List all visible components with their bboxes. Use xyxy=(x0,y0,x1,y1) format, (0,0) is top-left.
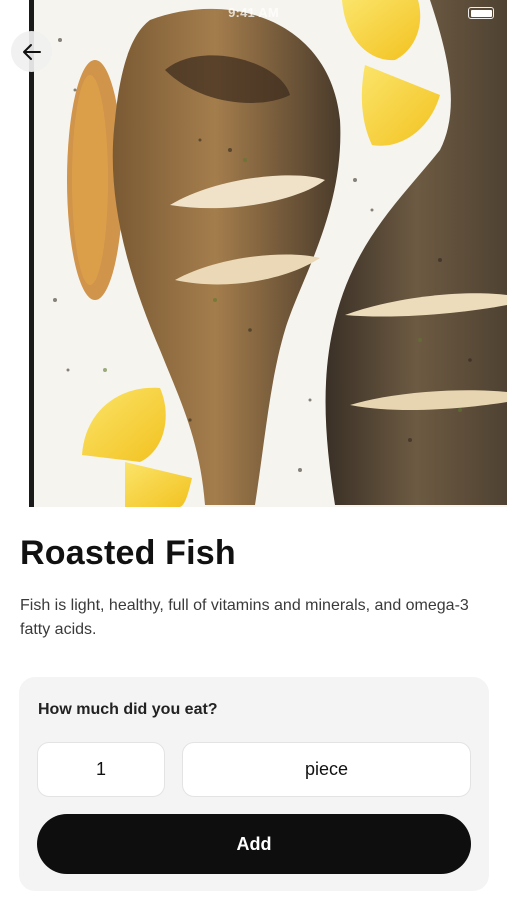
food-photo xyxy=(0,0,507,507)
roasted-fish-image xyxy=(0,0,507,507)
add-button[interactable]: Add xyxy=(37,814,471,874)
unit-select[interactable]: piece xyxy=(182,742,471,797)
quantity-input[interactable]: 1 xyxy=(37,742,165,797)
food-description: Fish is light, healthy, full of vitamins… xyxy=(20,597,469,638)
back-button[interactable] xyxy=(11,31,52,72)
arrow-left-icon xyxy=(22,43,41,60)
food-title: Roasted Fish xyxy=(20,534,236,572)
status-bar: 9:41 AM xyxy=(0,0,507,26)
portion-label: How much did you eat? xyxy=(38,701,218,718)
status-time: 9:41 AM xyxy=(228,5,279,20)
portion-card: How much did you eat? 1 piece Add xyxy=(19,677,489,891)
battery-icon xyxy=(468,7,494,19)
